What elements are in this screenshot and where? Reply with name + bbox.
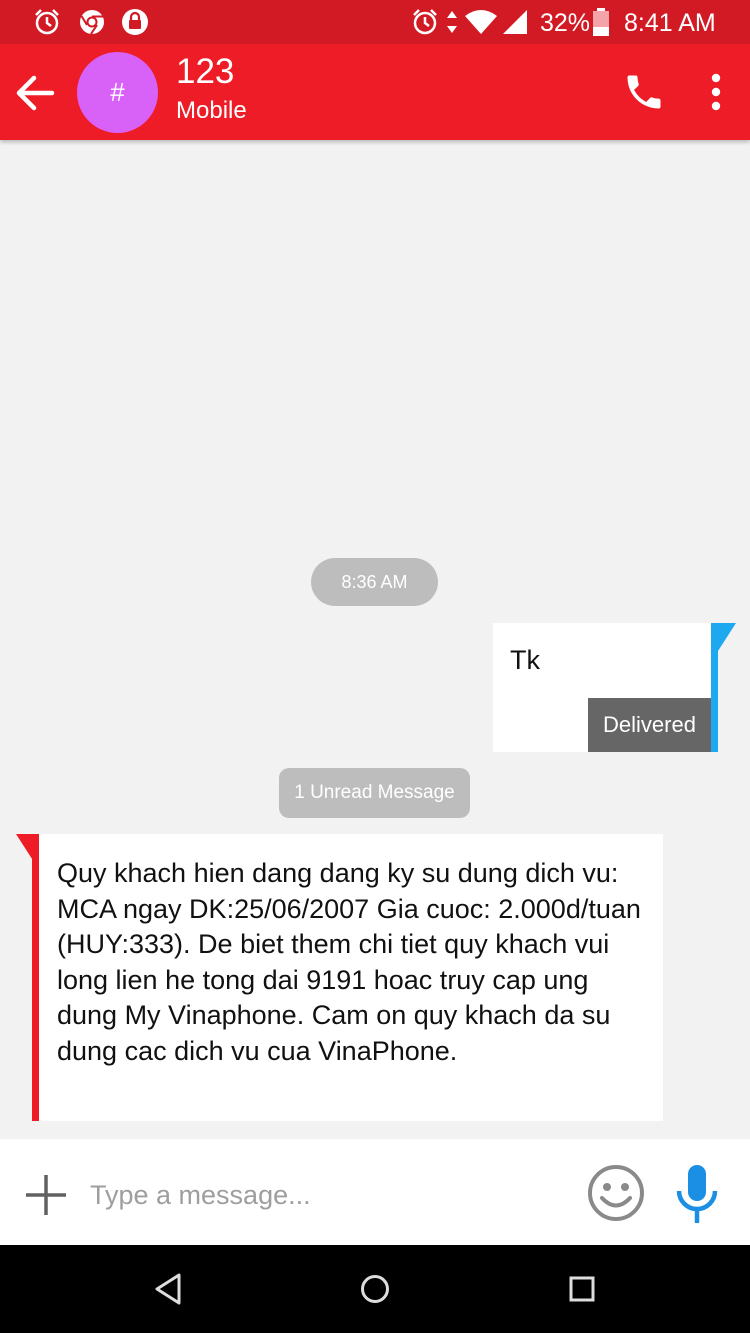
battery-icon <box>593 8 609 36</box>
message-input[interactable] <box>90 1167 560 1223</box>
avatar[interactable]: # <box>77 52 158 133</box>
back-arrow-icon[interactable] <box>10 68 60 118</box>
data-arrows-icon <box>447 11 457 33</box>
alarm-icon <box>35 9 59 35</box>
lock-icon <box>122 9 148 35</box>
chrome-icon <box>80 10 104 35</box>
battery-percent: 32% <box>540 9 591 37</box>
home-circle-icon[interactable] <box>355 1269 395 1309</box>
outgoing-accent-bar <box>711 623 718 752</box>
avatar-symbol: # <box>110 77 125 107</box>
app-bar: # 123 Mobile <box>0 44 750 140</box>
back-triangle-icon[interactable] <box>149 1269 189 1309</box>
outgoing-tail <box>718 623 736 651</box>
contact-name: 123 <box>176 52 235 91</box>
incoming-accent-bar <box>32 834 39 1121</box>
outgoing-message-text: Tk <box>510 645 540 675</box>
incoming-message-text: Quy khach hien dang dang ky su dung dich… <box>57 858 641 1066</box>
add-icon[interactable] <box>22 1171 70 1219</box>
recents-square-icon[interactable] <box>562 1269 602 1309</box>
mic-icon[interactable] <box>674 1163 720 1227</box>
wifi-icon <box>465 10 497 34</box>
alarm-icon <box>413 9 437 35</box>
contact-type: Mobile <box>176 97 247 124</box>
unread-divider: 1 Unread Message <box>279 768 470 818</box>
message-composer <box>0 1139 750 1245</box>
status-bar: 32% 8:41 AM <box>0 0 750 44</box>
more-vert-icon[interactable] <box>700 70 732 114</box>
timestamp-pill: 8:36 AM <box>311 558 438 606</box>
signal-icon <box>503 10 527 34</box>
clock: 8:41 AM <box>624 9 716 37</box>
navigation-bar <box>0 1245 750 1333</box>
phone-icon[interactable] <box>622 70 666 114</box>
delivered-status: Delivered <box>588 698 711 752</box>
incoming-message[interactable]: Quy khach hien dang dang ky su dung dich… <box>32 834 663 1121</box>
emoji-icon[interactable] <box>586 1163 646 1223</box>
